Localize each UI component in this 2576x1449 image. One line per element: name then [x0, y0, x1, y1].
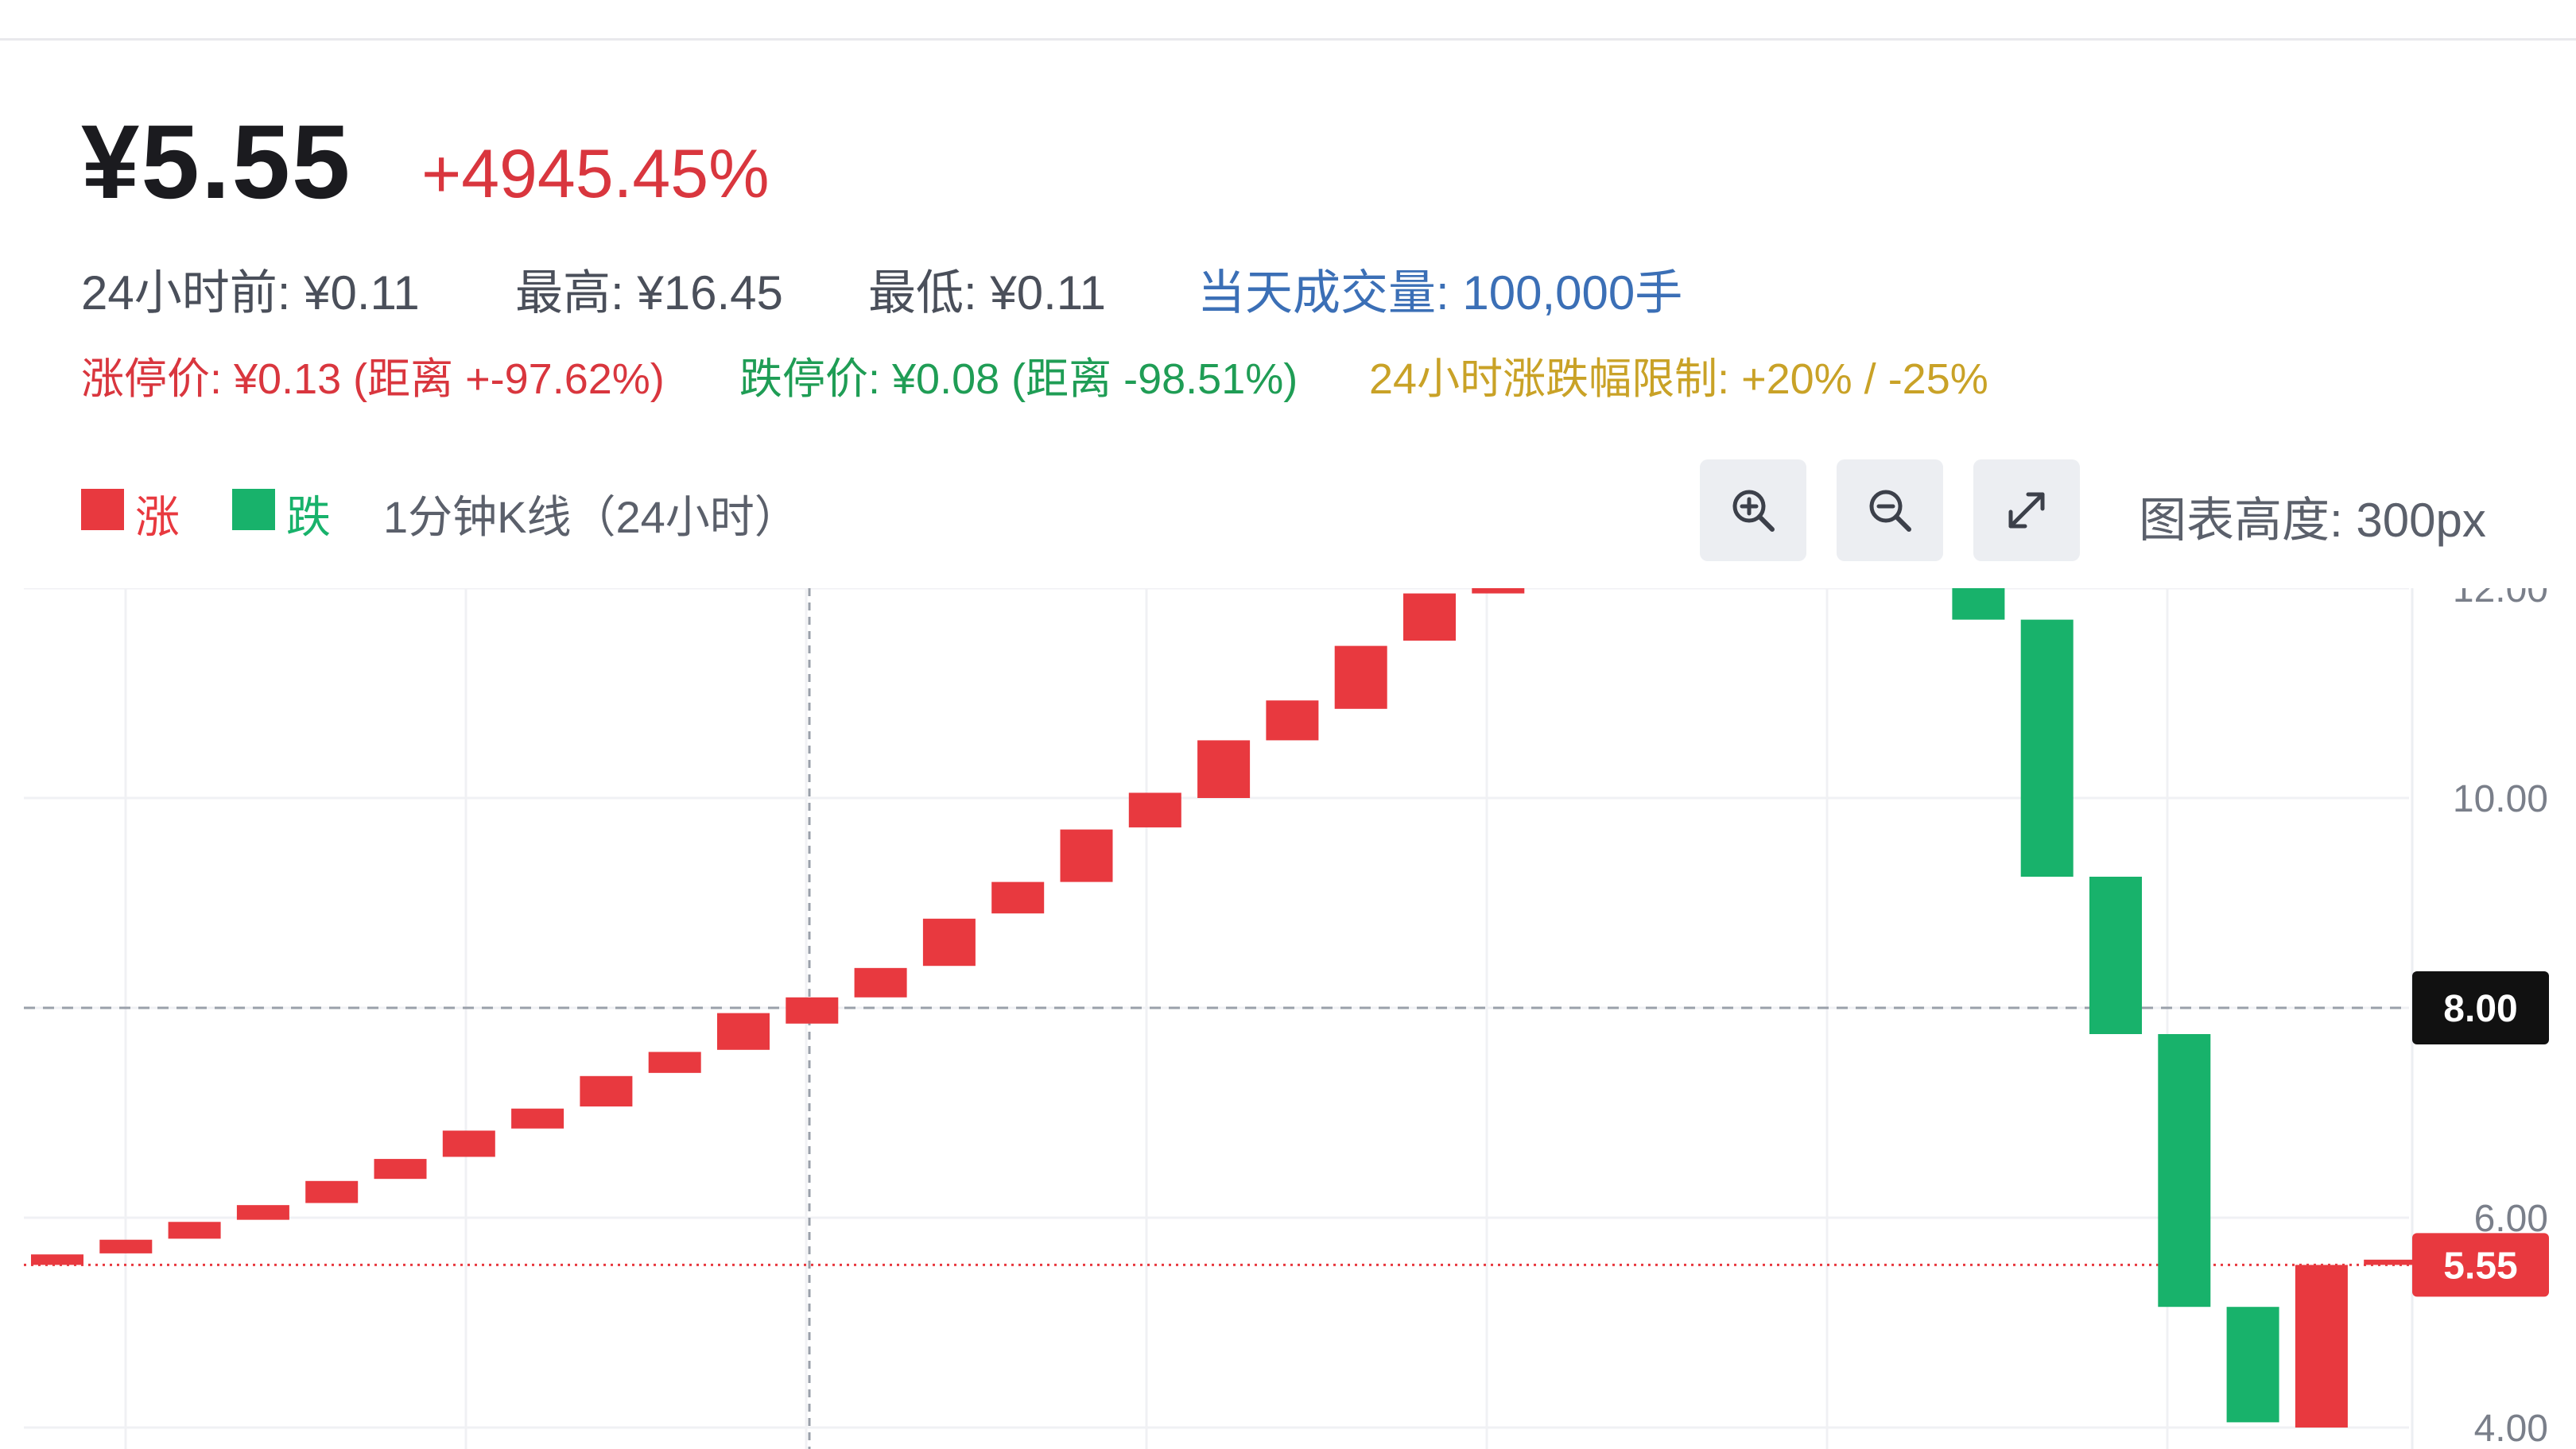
candle-up [1334, 645, 1387, 709]
candle-down [2020, 619, 2074, 877]
high-price: 最高: ¥16.45 [515, 266, 783, 320]
candle-up [1060, 829, 1113, 882]
kline-period-label: 1分钟K线（24小时） [383, 492, 799, 542]
candle-up [99, 1239, 153, 1253]
crosshair-price-label: 8.00 [2443, 988, 2517, 1030]
candle-up [374, 1159, 427, 1180]
low-price: 最低: ¥0.11 [868, 266, 1107, 320]
legend-down-swatch [232, 489, 275, 530]
limit-down-price: 跌停价: ¥0.08 (距离 -98.51%) [739, 355, 1298, 403]
candle-up [236, 1205, 289, 1220]
price-tags: 8.00 5.55 [2412, 971, 2549, 1297]
zoom-in-button[interactable] [1700, 459, 1806, 561]
limit-up-price: 涨停价: ¥0.13 (距离 +-97.62%) [81, 355, 665, 403]
price-change-percent: +4945.45% [421, 136, 770, 212]
candle-up [1266, 700, 1319, 741]
candle-up [1472, 588, 1525, 594]
candle-up [305, 1180, 359, 1203]
legend-down-label: 跌 [286, 492, 331, 542]
candle-up [922, 918, 976, 967]
y-tick-label: 4.00 [2474, 1408, 2548, 1449]
candle-up [31, 1254, 83, 1265]
zoom-in-icon [1732, 490, 1775, 532]
candle-up [854, 967, 907, 998]
candle-up [168, 1222, 221, 1239]
fullscreen-button[interactable] [1973, 459, 2080, 561]
candlestick-chart[interactable]: 4.006.008.0010.0012.0014.0016.0018.0020.… [0, 588, 2576, 1449]
candle-up [580, 1075, 633, 1107]
last-price-label: 5.55 [2443, 1245, 2517, 1287]
candle-up [717, 1013, 770, 1050]
candle-up [1128, 792, 1181, 827]
candle-down [2158, 1034, 2211, 1308]
zoom-out-button[interactable] [1837, 459, 1943, 561]
expand-icon [2008, 492, 2045, 529]
candle-up [1403, 593, 1456, 641]
range-limit: 24小时涨跌幅限制: +20% / -25% [1369, 355, 1988, 403]
daily-volume: 当天成交量: 100,000手 [1197, 266, 1683, 320]
candle-up [511, 1108, 564, 1129]
candle-down [1952, 588, 2005, 620]
current-price: ¥5.55 [81, 103, 352, 220]
candle-up [786, 997, 839, 1024]
legend-up-swatch [81, 489, 124, 530]
candle-up [2364, 1259, 2417, 1265]
candle-up [648, 1052, 701, 1073]
legend-up-label: 涨 [135, 492, 180, 542]
top-divider [0, 38, 2576, 41]
candle-up [2295, 1265, 2348, 1428]
zoom-out-icon [1869, 490, 1911, 532]
candle-up [991, 881, 1045, 914]
chart-height-label: 图表高度: 300px [2139, 494, 2486, 547]
candle-up [442, 1130, 495, 1157]
y-tick-label: 12.00 [2453, 588, 2548, 610]
candle-down [2089, 877, 2142, 1034]
candle-down [2226, 1307, 2279, 1423]
prev-24h-price: 24小时前: ¥0.11 [81, 266, 420, 320]
y-tick-label: 10.00 [2453, 778, 2548, 820]
candle-up [1197, 740, 1251, 798]
